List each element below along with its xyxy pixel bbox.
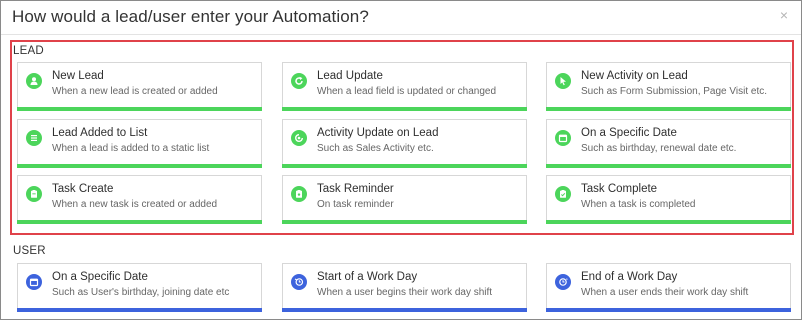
card-title: Lead Update — [317, 70, 383, 82]
card-accent-bar — [282, 107, 527, 111]
clock-start-icon — [291, 274, 307, 290]
card-title: New Activity on Lead — [581, 70, 688, 82]
dialog-header: How would a lead/user enter your Automat… — [1, 1, 801, 35]
card-description: When a new lead is created or added — [52, 86, 218, 97]
card-accent-bar — [546, 107, 791, 111]
lead-card-task-reminder[interactable]: Task Reminder On task reminder — [282, 175, 527, 224]
card-title: Task Reminder — [317, 183, 394, 195]
card-title: Start of a Work Day — [317, 271, 418, 283]
calendar-icon — [26, 274, 42, 290]
clock-end-icon — [555, 274, 571, 290]
card-title: Task Create — [52, 183, 114, 195]
card-description: On task reminder — [317, 199, 394, 210]
task-check-icon — [555, 186, 571, 202]
dialog-title: How would a lead/user enter your Automat… — [12, 7, 369, 26]
card-accent-bar — [546, 220, 791, 224]
lead-card-task-complete[interactable]: Task Complete When a task is completed — [546, 175, 791, 224]
user-section-label: USER — [13, 245, 46, 257]
list-icon — [26, 130, 42, 146]
lead-card-new-activity-on-lead[interactable]: New Activity on Lead Such as Form Submiss… — [546, 62, 791, 111]
card-description: Such as User's birthday, joining date et… — [52, 287, 230, 298]
card-title: Task Complete — [581, 183, 658, 195]
card-description: When a task is completed — [581, 199, 696, 210]
user-card-end-of-a-work-day[interactable]: End of a Work Day When a user ends their … — [546, 263, 791, 312]
card-accent-bar — [282, 308, 527, 312]
card-accent-bar — [17, 220, 262, 224]
card-accent-bar — [17, 164, 262, 168]
activity-refresh-icon — [291, 130, 307, 146]
cursor-icon — [555, 73, 571, 89]
card-title: New Lead — [52, 70, 104, 82]
card-description: When a new task is created or added — [52, 199, 218, 210]
card-description: Such as birthday, renewal date etc. — [581, 143, 737, 154]
card-description: Such as Sales Activity etc. — [317, 143, 434, 154]
card-title: On a Specific Date — [52, 271, 148, 283]
lead-card-activity-update-on-lead[interactable]: Activity Update on Lead Such as Sales Act… — [282, 119, 527, 168]
close-icon[interactable]: × — [777, 8, 791, 22]
card-accent-bar — [282, 164, 527, 168]
lead-card-lead-update[interactable]: Lead Update When a lead field is updated … — [282, 62, 527, 111]
card-description: When a user ends their work day shift — [581, 287, 749, 298]
card-description: When a lead is added to a static list — [52, 143, 210, 154]
card-title: Activity Update on Lead — [317, 127, 439, 139]
card-accent-bar — [546, 308, 791, 312]
lead-card-lead-added-to-list[interactable]: Lead Added to List When a lead is added t… — [17, 119, 262, 168]
card-accent-bar — [282, 220, 527, 224]
user-card-on-a-specific-date[interactable]: On a Specific Date Such as User's birthda… — [17, 263, 262, 312]
card-description: When a user begins their work day shift — [317, 287, 493, 298]
user-card-start-of-a-work-day[interactable]: Start of a Work Day When a user begins th… — [282, 263, 527, 312]
card-accent-bar — [17, 107, 262, 111]
card-title: On a Specific Date — [581, 127, 677, 139]
card-accent-bar — [17, 308, 262, 312]
card-title: End of a Work Day — [581, 271, 678, 283]
card-description: When a lead field is updated or changed — [317, 86, 497, 97]
lead-card-on-a-specific-date[interactable]: On a Specific Date Such as birthday, rene… — [546, 119, 791, 168]
card-title: Lead Added to List — [52, 127, 148, 139]
lead-card-new-lead[interactable]: New Lead When a new lead is created or ad… — [17, 62, 262, 111]
refresh-icon — [291, 73, 307, 89]
automation-entry-dialog: How would a lead/user enter your Automat… — [0, 0, 802, 320]
card-description: Such as Form Submission, Page Visit etc. — [581, 86, 768, 97]
user-icon — [26, 73, 42, 89]
task-bell-icon — [291, 186, 307, 202]
calendar-icon — [555, 130, 571, 146]
task-icon — [26, 186, 42, 202]
lead-card-task-create[interactable]: Task Create When a new task is created or… — [17, 175, 262, 224]
card-accent-bar — [546, 164, 791, 168]
